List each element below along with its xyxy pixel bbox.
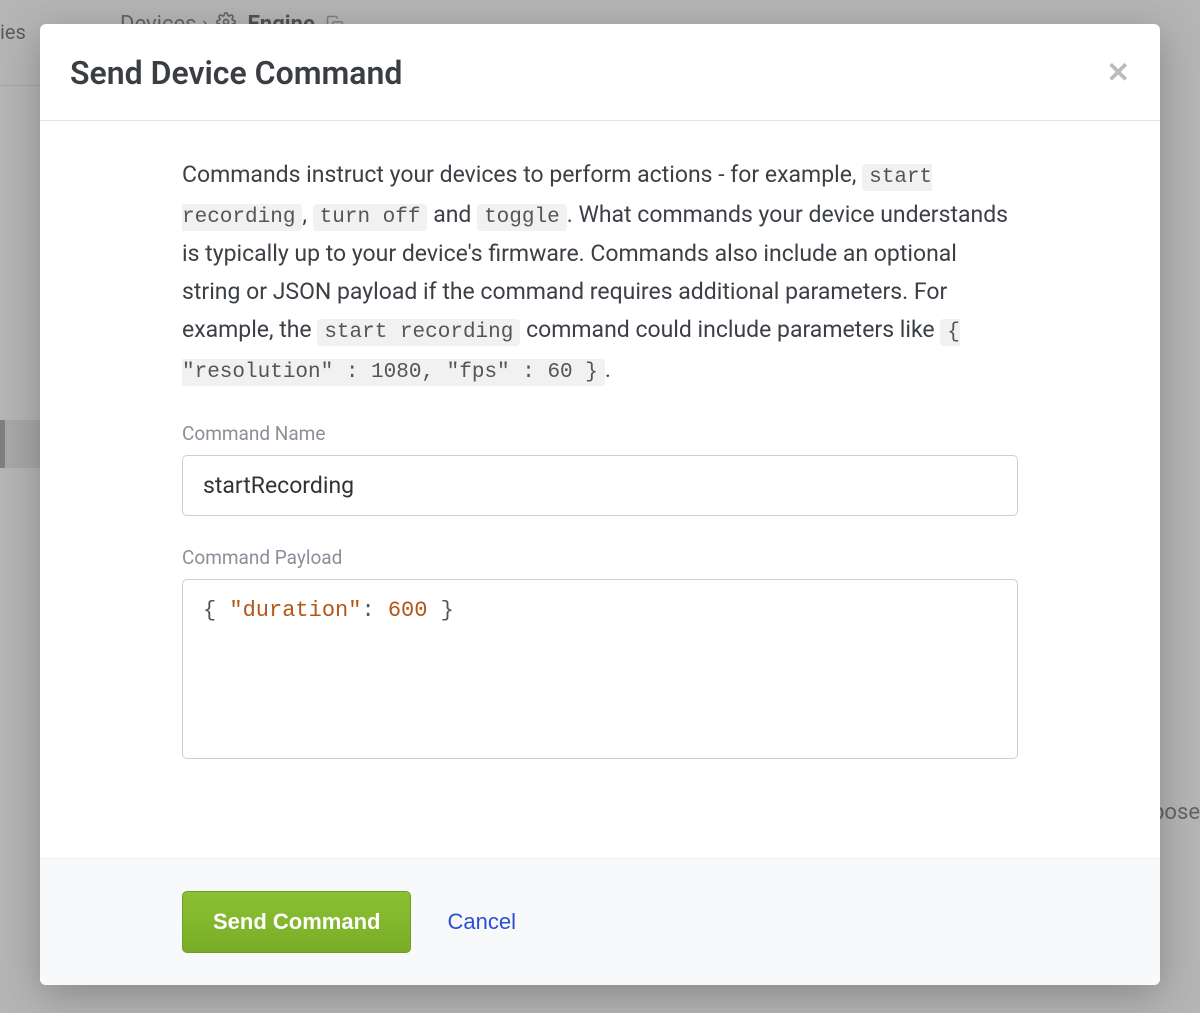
modal-header: Send Device Command ✕ xyxy=(40,24,1160,121)
desc-text: command could include parameters like xyxy=(520,316,940,343)
desc-text: , xyxy=(302,201,312,228)
code-example-3: toggle xyxy=(477,204,567,231)
command-name-label: Command Name xyxy=(182,422,1018,445)
payload-token-brace: } xyxy=(427,598,453,623)
modal-description: Commands instruct your devices to perfor… xyxy=(182,156,1018,390)
modal-footer: Send Command Cancel xyxy=(40,858,1160,985)
desc-text: . xyxy=(605,356,611,383)
command-name-input[interactable] xyxy=(182,455,1018,516)
code-example-2: turn off xyxy=(313,204,428,231)
payload-token-colon: : xyxy=(361,598,387,623)
cancel-button[interactable]: Cancel xyxy=(447,909,515,935)
desc-text: and xyxy=(427,201,477,228)
code-example-4: start recording xyxy=(317,319,520,346)
payload-token-brace: { xyxy=(203,598,229,623)
command-payload-input[interactable]: { "duration": 600 } xyxy=(182,579,1018,759)
modal-title: Send Device Command xyxy=(70,54,402,92)
command-payload-label: Command Payload xyxy=(182,546,1018,569)
modal-body: Commands instruct your devices to perfor… xyxy=(40,121,1160,858)
payload-token-number: 600 xyxy=(388,598,428,623)
close-icon[interactable]: ✕ xyxy=(1107,59,1130,87)
send-command-button[interactable]: Send Command xyxy=(182,891,411,953)
desc-text: Commands instruct your devices to perfor… xyxy=(182,161,862,188)
payload-token-key: "duration" xyxy=(229,598,361,623)
send-command-modal: Send Device Command ✕ Commands instruct … xyxy=(40,24,1160,985)
